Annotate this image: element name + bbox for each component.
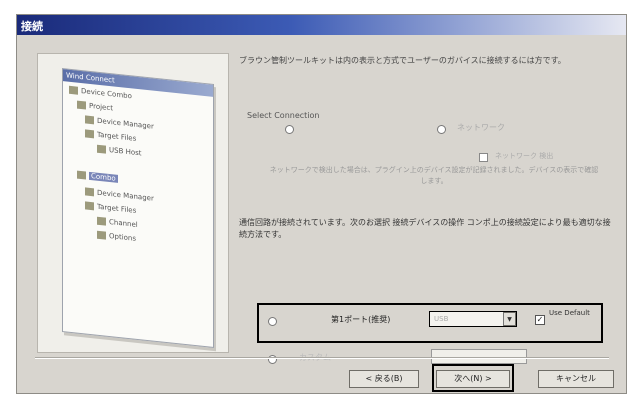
use-default-label: Use Default: [549, 309, 590, 317]
title-bar: 接続: [17, 15, 626, 35]
tree-node: Target Files: [85, 129, 136, 143]
tree-node-selected: Combo: [77, 170, 118, 183]
chevron-down-icon[interactable]: ▼: [503, 312, 516, 326]
window-title: 接続: [21, 20, 43, 33]
file-icon: [97, 216, 106, 226]
port-combo[interactable]: USB ▼: [429, 311, 517, 327]
next-button[interactable]: 次へ(N) >: [436, 370, 510, 388]
tree-illustration: Wind Connect Device Combo Project Device…: [62, 68, 214, 348]
intro-text: ブラウン管制ツールキットは内の表示と方式でユーザーのガバイスに接続するには方です…: [239, 56, 566, 65]
description-text: 通信回路が接続されています。次のお選択 接続デバイスの操作 コンポ上の接続設定に…: [239, 218, 611, 239]
connection-option-2-label: ネットワーク: [457, 123, 505, 132]
folder-icon: [85, 129, 94, 139]
port-label: 第1ポート(推奨): [331, 315, 391, 324]
tree-node: Channel: [97, 216, 138, 229]
folder-icon: [77, 170, 86, 180]
tree-node: Options: [97, 230, 136, 243]
folder-icon: [85, 187, 94, 197]
port-radio[interactable]: [268, 317, 277, 326]
file-icon: [97, 144, 106, 154]
port-combo-value: USB: [434, 315, 449, 323]
folder-icon: [69, 85, 78, 95]
cancel-button[interactable]: キャンセル: [538, 370, 614, 388]
tree-node: USB Host: [97, 144, 142, 157]
tree-node: Device Combo: [69, 85, 132, 100]
folder-icon: [85, 201, 94, 211]
connection-radio-2[interactable]: [437, 125, 446, 134]
tree-node: Device Manager: [85, 187, 154, 203]
tree-node: Project: [77, 100, 113, 112]
network-detect-label: ネットワーク 検出: [495, 152, 554, 160]
file-icon: [97, 230, 106, 240]
dialog-window: 接続 Wind Connect Device Combo Project Dev…: [16, 14, 627, 394]
network-detect-checkbox[interactable]: [479, 153, 488, 162]
folder-icon: [77, 100, 86, 110]
select-connection-label: Select Connection: [247, 111, 320, 120]
tree-node: Target Files: [85, 201, 136, 215]
use-default-checkbox[interactable]: ✓: [535, 315, 545, 325]
note-text: ネットワークで検出した場合は、プラグイン上のデバイス設定が記録されました。デバイ…: [269, 166, 599, 185]
folder-icon: [85, 115, 94, 125]
tree-node: Device Manager: [85, 115, 154, 131]
divider: [35, 357, 609, 359]
illustration-panel: Wind Connect Device Combo Project Device…: [37, 53, 229, 353]
connection-radio-1[interactable]: [285, 125, 294, 134]
back-button[interactable]: < 戻る(B): [349, 370, 419, 388]
